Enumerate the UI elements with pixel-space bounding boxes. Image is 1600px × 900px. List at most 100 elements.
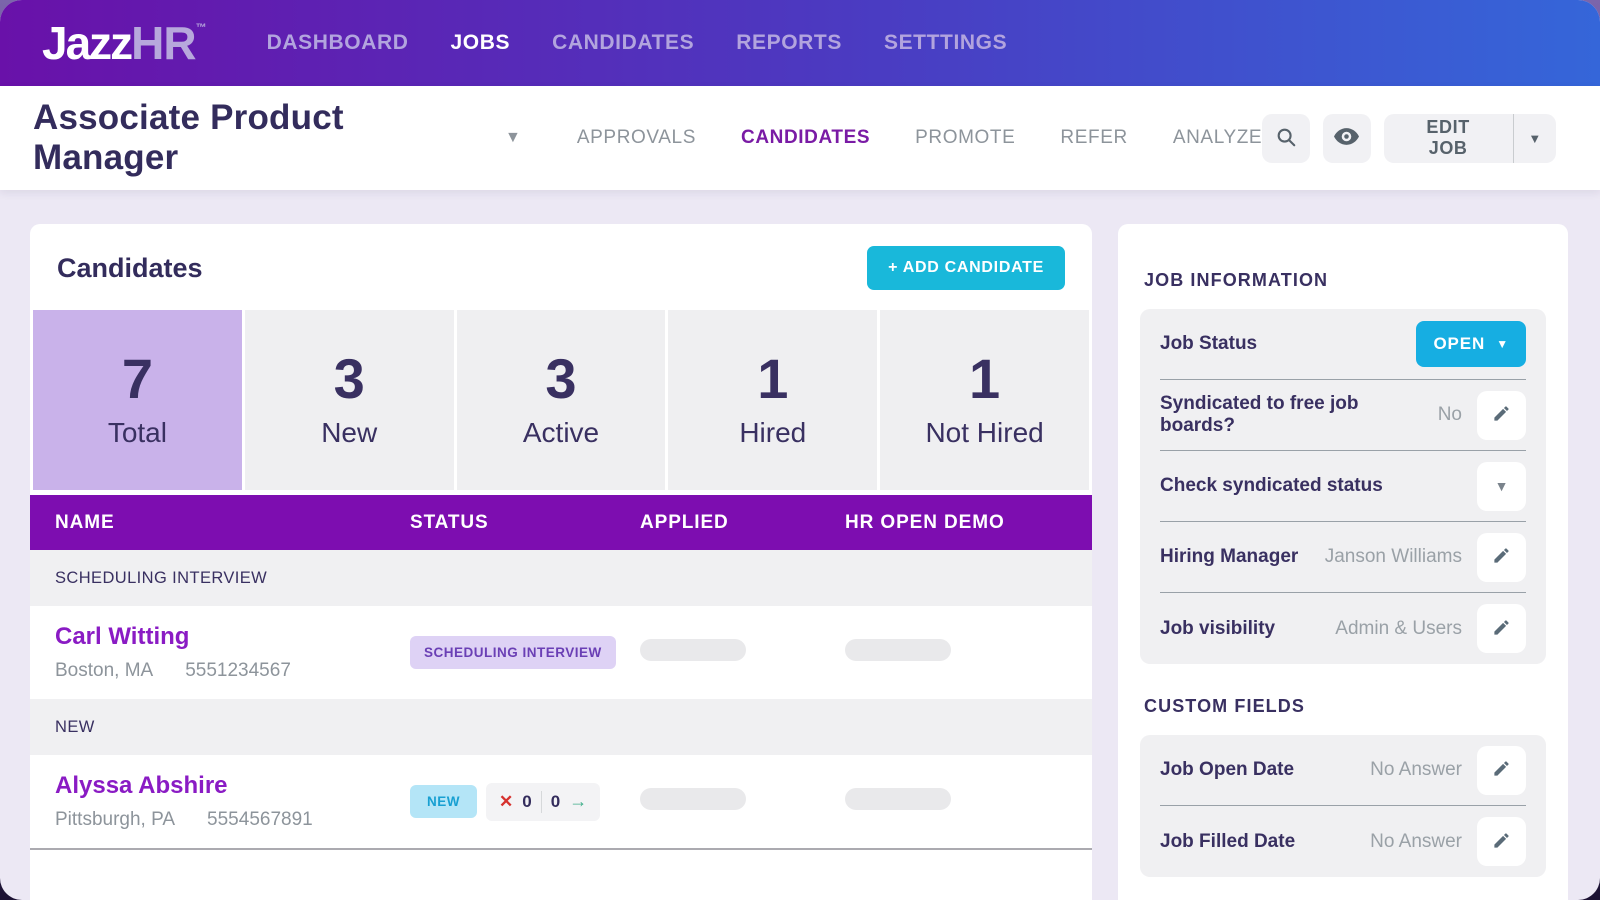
candidate-name-link[interactable]: Carl Witting bbox=[55, 623, 189, 651]
stat-label: Active bbox=[523, 417, 599, 449]
candidate-name-cell: Alyssa Abshire Pittsburgh, PA 5554567891 bbox=[30, 772, 410, 831]
stat-tile-total[interactable]: 7 Total bbox=[33, 310, 242, 490]
page-title: Associate Product Manager bbox=[33, 98, 488, 178]
candidate-name-cell: Carl Witting Boston, MA 5551234567 bbox=[30, 623, 410, 682]
tab-refer[interactable]: REFER bbox=[1060, 127, 1127, 149]
job-status-dropdown[interactable]: OPEN ▼ bbox=[1416, 321, 1526, 367]
candidates-panel-header: Candidates + ADD CANDIDATE bbox=[30, 224, 1092, 310]
job-tabs: APPROVALS CANDIDATES PROMOTE REFER ANALY… bbox=[577, 127, 1262, 149]
stat-label: Hired bbox=[739, 417, 806, 449]
stat-value: 1 bbox=[757, 351, 788, 407]
stat-label: Total bbox=[108, 417, 167, 449]
candidate-phone: 5551234567 bbox=[185, 660, 291, 682]
preview-job-button[interactable] bbox=[1323, 114, 1371, 163]
reject-count: 0 bbox=[522, 792, 531, 812]
nav-item-reports[interactable]: REPORTS bbox=[736, 31, 842, 55]
job-header: Associate Product Manager ▼ APPROVALS CA… bbox=[0, 86, 1600, 190]
table-header-row: NAME STATUS APPLIED HR OPEN DEMO bbox=[30, 495, 1092, 550]
edit-job-dropdown-caret-icon[interactable]: ▼ bbox=[1514, 114, 1557, 163]
content-area: Candidates + ADD CANDIDATE 7 Total 3 New… bbox=[0, 190, 1600, 900]
job-open-date-label: Job Open Date bbox=[1160, 759, 1294, 781]
job-information-heading: JOB INFORMATION bbox=[1144, 270, 1546, 291]
eye-icon bbox=[1334, 128, 1359, 148]
pencil-icon bbox=[1492, 759, 1511, 781]
stat-tile-active[interactable]: 3 Active bbox=[457, 310, 666, 490]
status-badge[interactable]: SCHEDULING INTERVIEW bbox=[410, 636, 616, 669]
candidate-phone: 5554567891 bbox=[207, 809, 313, 831]
stat-label: Not Hired bbox=[925, 417, 1043, 449]
applied-placeholder bbox=[640, 788, 746, 810]
stat-label: New bbox=[321, 417, 377, 449]
stat-tile-new[interactable]: 3 New bbox=[245, 310, 454, 490]
search-button[interactable] bbox=[1262, 114, 1310, 163]
custom-fields-heading: CUSTOM FIELDS bbox=[1144, 696, 1546, 717]
candidate-status-cell: NEW ✕ 0 0 → bbox=[410, 783, 640, 821]
demo-placeholder bbox=[845, 788, 951, 810]
stat-value: 1 bbox=[969, 351, 1000, 407]
edit-job-visibility-button[interactable] bbox=[1477, 604, 1526, 653]
candidate-subinfo: Pittsburgh, PA 5554567891 bbox=[55, 809, 410, 831]
stat-value: 7 bbox=[122, 351, 153, 407]
search-icon bbox=[1275, 126, 1297, 151]
candidate-demo-cell bbox=[845, 639, 1092, 666]
job-details-sidebar: JOB INFORMATION Job Status OPEN ▼ Syndic… bbox=[1118, 224, 1568, 900]
candidate-name-link[interactable]: Alyssa Abshire bbox=[55, 772, 228, 800]
tab-analyze[interactable]: ANALYZE bbox=[1173, 127, 1262, 149]
candidate-location: Pittsburgh, PA bbox=[55, 809, 175, 831]
hiring-manager-row: Hiring Manager Janson Williams bbox=[1160, 522, 1526, 593]
check-syndicated-row: Check syndicated status ▼ bbox=[1160, 451, 1526, 522]
job-open-date-row: Job Open Date No Answer bbox=[1160, 735, 1526, 806]
job-status-row: Job Status OPEN ▼ bbox=[1160, 309, 1526, 380]
column-header-applied: APPLIED bbox=[640, 512, 845, 534]
status-badge[interactable]: NEW bbox=[410, 785, 477, 818]
tab-candidates[interactable]: CANDIDATES bbox=[741, 127, 870, 149]
stat-tile-hired[interactable]: 1 Hired bbox=[668, 310, 877, 490]
tab-approvals[interactable]: APPROVALS bbox=[577, 127, 696, 149]
header-actions: EDIT JOB ▼ bbox=[1262, 114, 1556, 163]
nav-item-dashboard[interactable]: DASHBOARD bbox=[267, 31, 409, 55]
pencil-icon bbox=[1492, 404, 1511, 426]
job-visibility-row: Job visibility Admin & Users bbox=[1160, 593, 1526, 664]
job-filled-date-value: No Answer bbox=[1370, 831, 1462, 853]
edit-job-open-date-button[interactable] bbox=[1477, 746, 1526, 795]
edit-job-button[interactable]: EDIT JOB bbox=[1384, 114, 1513, 163]
nav-item-settings[interactable]: SETTTINGS bbox=[884, 31, 1007, 55]
candidate-status-cell: SCHEDULING INTERVIEW bbox=[410, 636, 640, 669]
candidates-panel: Candidates + ADD CANDIDATE 7 Total 3 New… bbox=[30, 224, 1092, 900]
jazzhr-logo[interactable]: JazzHR™ bbox=[42, 16, 207, 70]
job-visibility-label: Job visibility bbox=[1160, 618, 1275, 640]
edit-hiring-manager-button[interactable] bbox=[1477, 533, 1526, 582]
column-header-name: NAME bbox=[30, 512, 410, 534]
job-status-value: OPEN bbox=[1433, 334, 1485, 354]
job-information-panel: Job Status OPEN ▼ Syndicated to free job… bbox=[1140, 309, 1546, 664]
job-visibility-value: Admin & Users bbox=[1335, 618, 1462, 640]
pencil-icon bbox=[1492, 831, 1511, 853]
edit-job-filled-date-button[interactable] bbox=[1477, 817, 1526, 866]
section-scheduling-interview: SCHEDULING INTERVIEW bbox=[30, 550, 1092, 606]
syndicated-value: No bbox=[1438, 404, 1462, 426]
job-filled-date-label: Job Filled Date bbox=[1160, 831, 1295, 853]
add-candidate-button[interactable]: + ADD CANDIDATE bbox=[867, 246, 1065, 290]
job-open-date-value: No Answer bbox=[1370, 759, 1462, 781]
check-syndicated-label: Check syndicated status bbox=[1160, 475, 1383, 497]
nav-item-candidates[interactable]: CANDIDATES bbox=[552, 31, 694, 55]
pencil-icon bbox=[1492, 546, 1511, 568]
pencil-icon bbox=[1492, 618, 1511, 640]
reject-x-icon[interactable]: ✕ bbox=[499, 792, 513, 812]
main-navigation: DASHBOARD JOBS CANDIDATES REPORTS SETTTI… bbox=[267, 31, 1008, 55]
nav-item-jobs[interactable]: JOBS bbox=[451, 31, 511, 55]
logo-text-hr: HR bbox=[131, 16, 195, 70]
advance-arrow-icon[interactable]: → bbox=[569, 791, 587, 812]
demo-placeholder bbox=[845, 639, 951, 661]
column-header-hr-open-demo: HR OPEN DEMO bbox=[845, 512, 1092, 534]
stat-value: 3 bbox=[545, 351, 576, 407]
edit-syndicated-button[interactable] bbox=[1477, 391, 1526, 440]
reject-advance-control[interactable]: ✕ 0 0 → bbox=[486, 783, 600, 821]
job-title-dropdown-caret-icon[interactable]: ▼ bbox=[505, 129, 521, 147]
tab-promote[interactable]: PROMOTE bbox=[915, 127, 1015, 149]
candidate-location: Boston, MA bbox=[55, 660, 153, 682]
check-syndicated-dropdown[interactable]: ▼ bbox=[1477, 462, 1526, 511]
stat-tile-not-hired[interactable]: 1 Not Hired bbox=[880, 310, 1089, 490]
edit-job-button-group: EDIT JOB ▼ bbox=[1384, 114, 1556, 163]
column-header-status: STATUS bbox=[410, 512, 640, 534]
